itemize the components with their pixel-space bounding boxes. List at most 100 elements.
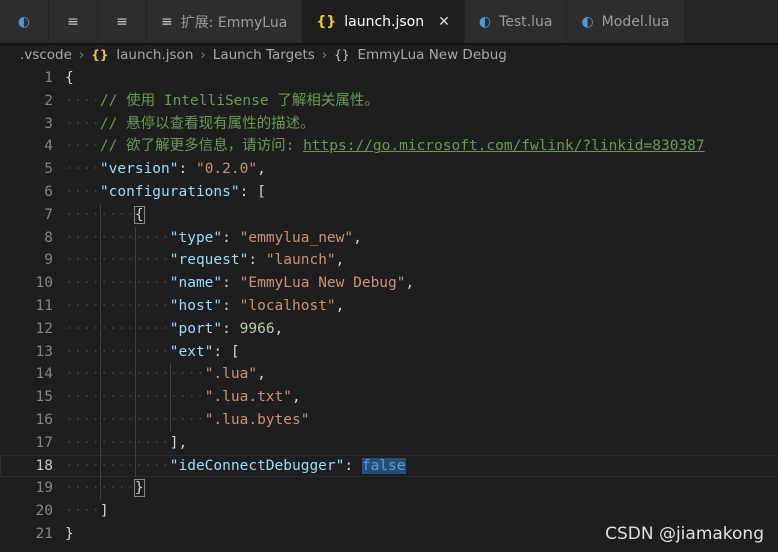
indent-whitespace: ············ (65, 229, 170, 246)
code-line[interactable]: 4 ····// 欲了解更多信息，请访问: https://go.microsof… (0, 135, 778, 158)
code-line[interactable]: 8 ············"type": "emmylua_new", (0, 226, 778, 250)
indent-guide (134, 272, 136, 295)
breadcrumb-folder[interactable]: .vscode (20, 47, 72, 63)
token-p: : (178, 161, 196, 178)
token-key: "host" (169, 297, 223, 314)
indent-whitespace: ············ (65, 320, 170, 337)
token-p: } (65, 525, 74, 542)
line-number: 1 (44, 70, 53, 86)
token-p: , (257, 161, 266, 178)
token-key: "request" (169, 252, 249, 269)
code-line[interactable]: 19 ········} (0, 477, 778, 501)
code-line[interactable]: 15················".lua.txt", (0, 386, 778, 409)
indent-guide (134, 431, 136, 455)
indent-guide (134, 363, 136, 387)
tab-0[interactable]: ◐ (0, 0, 49, 43)
code-line[interactable]: 18 ············"ideConnectDebugger": fals… (0, 454, 778, 478)
line-number: 16 (35, 411, 53, 428)
code-line[interactable]: 17 ············], (0, 431, 778, 455)
code-line[interactable]: 9 ············"request": "launch", (0, 249, 778, 273)
code-line[interactable]: 20 ····] (0, 500, 778, 523)
chevron-right-icon: › (78, 47, 85, 63)
line-number: 11 (35, 297, 53, 314)
indent-guide (134, 408, 136, 432)
line-number: 2 (44, 92, 53, 109)
token-comment: // 悬停以查看现有属性的描述。 (99, 115, 315, 132)
code-editor[interactable]: 1{2 ····// 使用 IntelliSense 了解相关属性。 3 ····//… (0, 67, 778, 552)
indent-guide (169, 386, 171, 409)
code-content: ············"ext": [ (65, 341, 240, 364)
token-str: ".lua.txt" (204, 389, 292, 406)
token-comment: // 使用 IntelliSense 了解相关属性。 (99, 92, 379, 109)
line-number: 4 (44, 138, 53, 155)
token-p: , (353, 229, 362, 246)
code-line[interactable]: 5 ····"version": "0.2.0", (0, 158, 778, 181)
breadcrumb-item[interactable]: EmmyLua New Debug (357, 47, 506, 63)
code-content: ····// 悬停以查看现有属性的描述。 (65, 113, 315, 136)
indent-whitespace: ············ (65, 275, 170, 292)
token-str: "EmmyLua New Debug" (239, 275, 406, 292)
code-line[interactable]: 1{ (0, 67, 778, 90)
indent-guide (134, 454, 136, 478)
token-link[interactable]: https://go.microsoft.com/fwlink/?linkid=… (303, 138, 705, 154)
tab-4[interactable]: {} launch.json ✕ (302, 0, 465, 43)
indent-guide (169, 408, 171, 432)
token-key: "name" (169, 275, 223, 292)
code-line[interactable]: 16 ················".lua.bytes" (0, 408, 778, 432)
token-p: : (344, 457, 362, 474)
code-line[interactable]: 6 ····"configurations": [ (0, 181, 778, 204)
token-bracket: { (133, 205, 145, 224)
tab-1[interactable]: ≡ (49, 0, 98, 43)
code-line[interactable]: 10 ············"name": "EmmyLua New Debug… (0, 272, 778, 295)
tab-6[interactable]: ◐ Model.lua (567, 0, 685, 43)
token-p: , (335, 297, 345, 314)
token-p: , (405, 275, 415, 292)
moon-icon: ◐ (478, 13, 492, 30)
breadcrumb-section[interactable]: Launch Targets (213, 47, 315, 63)
code-line[interactable]: 14 ················".lua", (0, 363, 778, 387)
breadcrumb: .vscode › {} launch.json › Launch Target… (0, 43, 778, 67)
close-icon[interactable]: ✕ (438, 14, 450, 30)
code-content: ····"configurations": [ (65, 181, 266, 204)
token-str: ".lua.bytes" (204, 411, 310, 428)
token-key: "version" (99, 161, 179, 178)
token-str: "emmylua_new" (239, 229, 354, 246)
line-number: 10 (35, 275, 53, 292)
token-p: { (65, 70, 74, 86)
code-line[interactable]: 3 ····// 悬停以查看现有属性的描述。 (0, 113, 778, 136)
code-content: ············"type": "emmylua_new", (65, 227, 362, 250)
token-str: "launch" (265, 252, 336, 269)
code-line[interactable]: 7 ········{ (0, 203, 778, 227)
code-content: ········} (65, 477, 145, 500)
indent-guide (99, 249, 101, 273)
token-key: "configurations" (99, 183, 240, 200)
indent-whitespace: ············ (65, 297, 170, 314)
code-line[interactable]: 2 ····// 使用 IntelliSense 了解相关属性。 (0, 90, 778, 113)
editor-tab-bar: ◐ ≡ ≡ ≡ 扩展: EmmyLua {} launch.json ✕ ◐ Test.lua ◐ M… (0, 0, 778, 43)
tab-label: Model.lua (601, 13, 670, 30)
token-p: , (274, 320, 284, 337)
code-content: ············"ideConnectDebugger": false (65, 455, 406, 478)
token-p: : (222, 229, 240, 246)
tab-3[interactable]: ≡ 扩展: EmmyLua (147, 0, 303, 43)
indent-guide (134, 317, 136, 341)
json-icon: {} (316, 13, 337, 30)
token-p: : (222, 275, 240, 292)
code-line[interactable]: 12 ············"port": 9966, (0, 317, 778, 341)
code-content: { (65, 67, 74, 90)
tab-5[interactable]: ◐ Test.lua (464, 0, 568, 43)
tab-2[interactable]: ≡ (98, 0, 147, 43)
token-p: ], (169, 434, 188, 451)
code-line[interactable]: 11 ············"host": "localhost", (0, 294, 778, 318)
token-bracket: } (133, 479, 145, 498)
line-number: 6 (44, 183, 53, 200)
line-number: 20 (35, 503, 53, 520)
code-content: } (65, 523, 74, 546)
code-line[interactable]: 13 ············"ext": [ (0, 340, 778, 364)
code-content: ················".lua.bytes" (65, 409, 309, 432)
code-content: ············"name": "EmmyLua New Debug", (65, 272, 414, 295)
breadcrumb-file[interactable]: launch.json (116, 47, 193, 63)
indent-guide (99, 477, 101, 501)
indent-whitespace: ············ (65, 343, 170, 360)
line-number: 13 (35, 343, 53, 360)
